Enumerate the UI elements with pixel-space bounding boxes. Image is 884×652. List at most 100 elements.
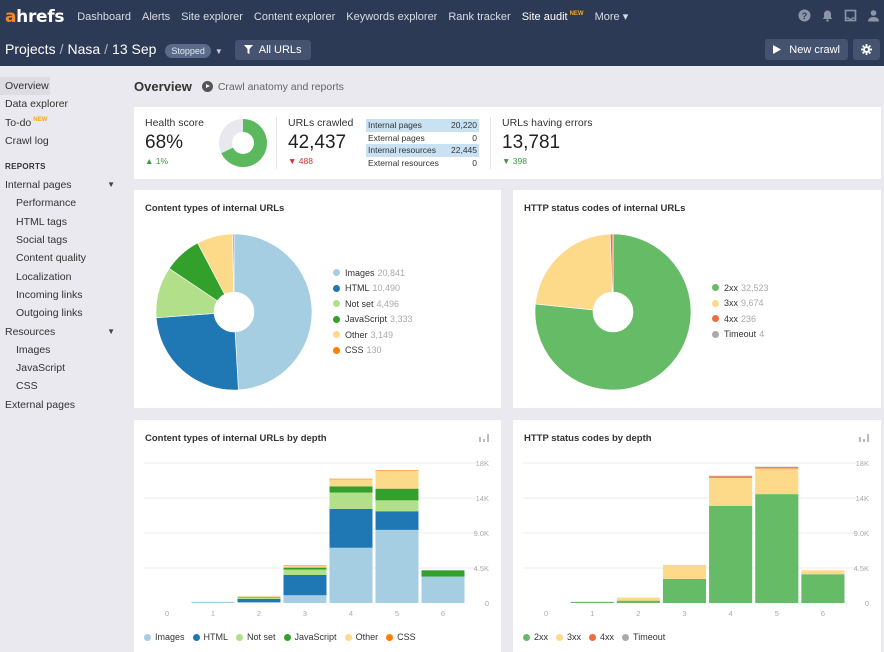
nav-content-explorer[interactable]: Content explorer (254, 11, 335, 23)
pie-slice-html[interactable] (155, 313, 239, 391)
bar-segment-images[interactable] (329, 547, 373, 603)
settings-button[interactable] (853, 39, 880, 60)
legend-item[interactable]: HTML (192, 632, 228, 642)
nav-alerts[interactable]: Alerts (142, 11, 170, 23)
legend-item[interactable]: Timeout 4 (712, 327, 769, 343)
help-icon[interactable]: ? (798, 9, 811, 22)
sidebar-item-external-pages[interactable]: External pages (0, 396, 130, 414)
legend-item[interactable]: Other 3,149 (333, 327, 413, 343)
legend-item[interactable]: 3xx 9,674 (712, 296, 769, 312)
legend-item[interactable]: 2xx (523, 632, 548, 642)
breakdown-row[interactable]: Internal pages 20,220 (366, 119, 479, 132)
bar-segment-not-set[interactable] (375, 500, 419, 512)
legend-item[interactable]: CSS (386, 632, 416, 642)
bar-segment-html[interactable] (283, 575, 327, 596)
bar-segment-2xx[interactable] (662, 578, 707, 603)
nav-rank-tracker[interactable]: Rank tracker (448, 11, 510, 23)
legend-item[interactable]: 3xx (556, 632, 581, 642)
legend-item[interactable]: Timeout (622, 632, 665, 642)
sidebar-item-performance[interactable]: Performance (0, 194, 130, 212)
nav-dashboard[interactable]: Dashboard (77, 11, 131, 23)
bar-segment-css[interactable] (329, 478, 373, 480)
play-video-icon[interactable] (201, 81, 213, 92)
bar-segment-images[interactable] (191, 601, 235, 603)
sidebar-item-javascript[interactable]: JavaScript (0, 359, 130, 377)
crawl-dropdown-caret-icon[interactable]: ▼ (215, 47, 223, 56)
bar-segment-timeout[interactable] (709, 475, 753, 477)
bar-segment-2xx[interactable] (570, 601, 614, 603)
legend-item[interactable]: Images 20,841 (333, 265, 413, 281)
bar-segment-other[interactable] (237, 596, 281, 597)
bar-segment-css[interactable] (375, 470, 419, 471)
bar-segment-3xx[interactable] (801, 570, 845, 575)
bar-segment-javascript[interactable] (329, 486, 373, 493)
legend-item[interactable]: 2xx 32,523 (712, 280, 769, 296)
sidebar-item-social-tags[interactable]: Social tags (0, 231, 130, 249)
legend-item[interactable]: CSS 130 (333, 343, 413, 359)
ahrefs-logo[interactable]: ahrefs (5, 7, 65, 27)
sidebar-item-to-do[interactable]: To-do NEW (0, 114, 130, 132)
bar-segment-other[interactable] (329, 479, 373, 487)
sidebar-item-crawl-log[interactable]: Crawl log (0, 132, 130, 150)
bar-segment-images[interactable] (283, 595, 327, 603)
sidebar-item-html-tags[interactable]: HTML tags (0, 213, 130, 231)
nav-site-audit[interactable]: Site audit NEW (522, 11, 584, 23)
bar-segment-2xx[interactable] (801, 574, 845, 603)
bar-segment-javascript[interactable] (375, 488, 419, 501)
bar-segment-not-set[interactable] (329, 492, 373, 509)
sidebar-item-incoming-links[interactable]: Incoming links (0, 286, 130, 304)
bar-segment-not-set[interactable] (237, 597, 281, 599)
legend-item[interactable]: JavaScript 3,333 (333, 312, 413, 328)
bar-segment-3xx[interactable] (755, 468, 799, 495)
sidebar-item-localization[interactable]: Localization (0, 268, 130, 286)
bar-segment-2xx[interactable] (755, 494, 799, 603)
new-crawl-button[interactable]: New crawl (765, 39, 848, 60)
legend-item[interactable]: HTML 10,490 (333, 281, 413, 297)
legend-item[interactable]: 4xx (589, 632, 614, 642)
crumb-projects[interactable]: Projects (5, 41, 56, 57)
bar-segment-html[interactable] (375, 511, 419, 530)
legend-item[interactable]: 4xx 236 (712, 311, 769, 327)
bar-segment-images[interactable] (375, 529, 419, 603)
bar-segment-html[interactable] (237, 598, 281, 603)
bar-segment-3xx[interactable] (709, 477, 753, 506)
sidebar-item-outgoing-links[interactable]: Outgoing links (0, 304, 130, 322)
breakdown-row[interactable]: Internal resources 22,445 (366, 144, 479, 157)
sidebar-item-content-quality[interactable]: Content quality (0, 249, 130, 267)
breakdown-row[interactable]: External pages 0 (366, 132, 479, 145)
legend-item[interactable]: Not set (236, 632, 276, 642)
nav-more[interactable]: More ▾ (595, 10, 629, 23)
bar-segment-javascript[interactable] (421, 570, 465, 577)
bell-icon[interactable] (821, 9, 834, 22)
sidebar-item-data-explorer[interactable]: Data explorer (0, 95, 130, 113)
legend-item[interactable]: JavaScript (283, 632, 337, 642)
sidebar-item-internal-pages[interactable]: Internal pages ▼ (0, 176, 130, 194)
bar-segment-images[interactable] (421, 576, 465, 603)
nav-keywords-explorer[interactable]: Keywords explorer (346, 11, 437, 23)
sidebar-item-images[interactable]: Images (0, 341, 130, 359)
bar-segment-2xx[interactable] (709, 505, 753, 603)
pie-slice-images[interactable] (233, 233, 313, 391)
user-icon[interactable] (867, 9, 880, 22)
bar-segment-images[interactable] (237, 602, 281, 603)
inbox-icon[interactable] (844, 9, 857, 22)
bar-segment-3xx[interactable] (616, 597, 660, 601)
bar-segment-timeout[interactable] (755, 466, 799, 468)
bar-chart-icon[interactable] (859, 434, 869, 442)
all-urls-filter-button[interactable]: All URLs (234, 39, 311, 60)
bar-chart-icon[interactable] (479, 434, 489, 442)
legend-item[interactable]: Not set 4,496 (333, 296, 413, 312)
crumb-project[interactable]: Nasa (67, 41, 100, 57)
bar-segment-other[interactable] (375, 470, 419, 489)
bar-segment-html[interactable] (329, 508, 373, 548)
bar-segment-not-set[interactable] (283, 569, 327, 575)
sidebar-item-overview[interactable]: Overview (0, 77, 50, 96)
bar-segment-2xx[interactable] (616, 600, 660, 603)
bar-segment-4xx[interactable] (755, 467, 799, 469)
crumb-crawl-date[interactable]: 13 Sep (112, 41, 156, 57)
crawl-anatomy-link[interactable]: Crawl anatomy and reports (218, 81, 344, 93)
bar-segment-4xx[interactable] (709, 476, 753, 478)
bar-segment-javascript[interactable] (237, 596, 281, 598)
nav-site-explorer[interactable]: Site explorer (181, 11, 243, 23)
sidebar-item-css[interactable]: CSS (0, 377, 130, 395)
